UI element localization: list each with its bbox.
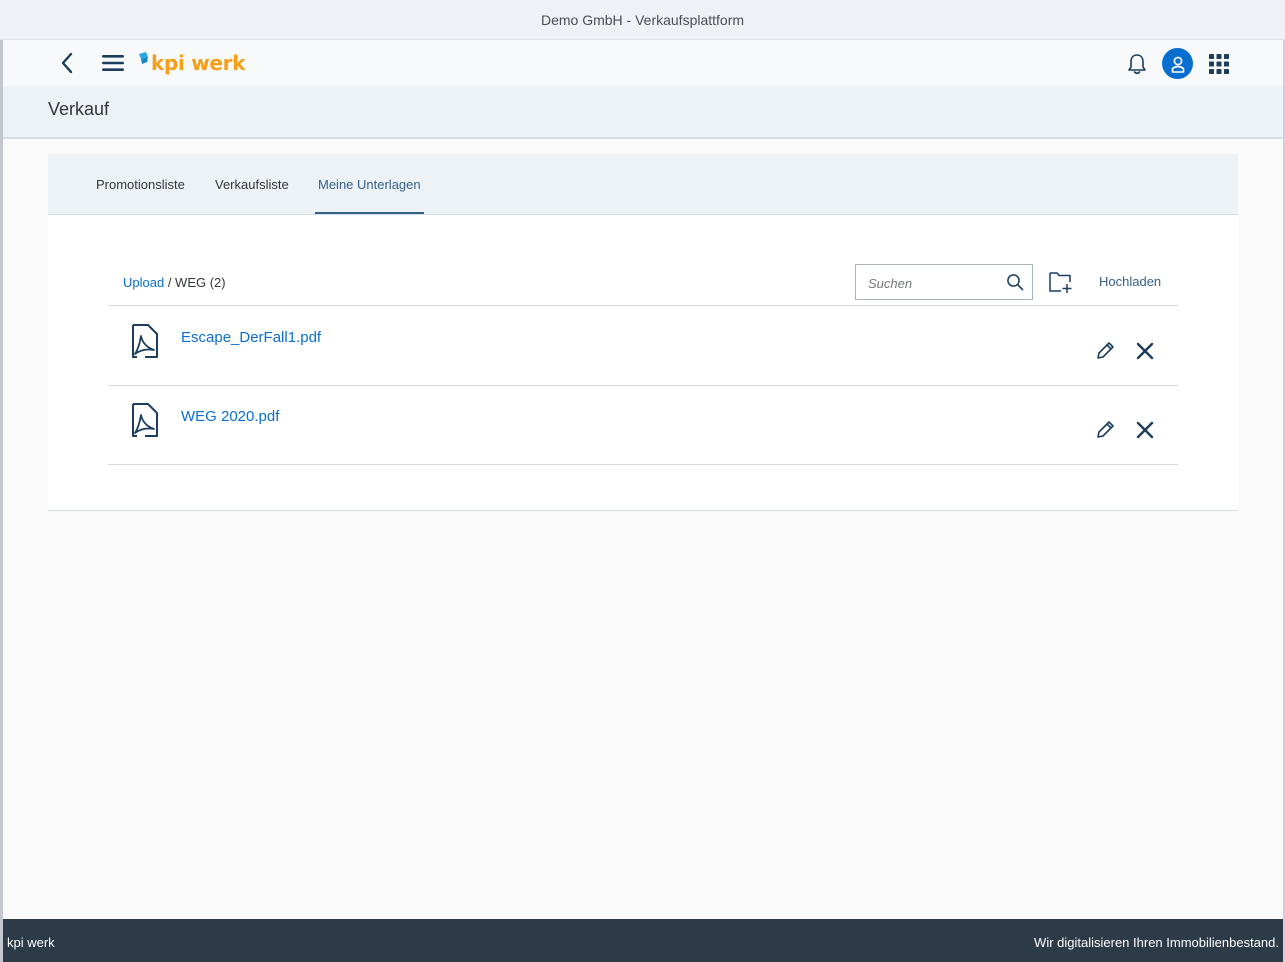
breadcrumb-separator: / [164, 275, 176, 290]
footer-tagline: Wir digitalisieren Ihren Immobilienbesta… [1034, 935, 1279, 950]
bell-icon [1128, 54, 1146, 75]
back-button[interactable] [53, 49, 81, 77]
tab-promotionsliste[interactable]: Promotionsliste [96, 154, 185, 214]
pdf-file-icon [132, 403, 158, 437]
content-panel: Promotionsliste Verkaufsliste Meine Unte… [48, 154, 1238, 511]
breadcrumb-link-upload[interactable]: Upload [123, 275, 164, 290]
file-name-link[interactable]: Escape_DerFall1.pdf [181, 329, 321, 346]
footer-brand: kpi werk [7, 935, 55, 950]
active-tab-indicator [315, 212, 424, 214]
tab-meine-unterlagen[interactable]: Meine Unterlagen [318, 154, 421, 214]
pencil-icon [1097, 421, 1114, 438]
window-title: Demo GmbH - Verkaufsplattform [540, 11, 745, 28]
search-field[interactable] [855, 264, 1033, 301]
tab-verkaufsliste[interactable]: Verkaufsliste [215, 154, 289, 214]
app-grid-icon [1209, 54, 1229, 74]
page-header: Verkauf [3, 86, 1283, 139]
close-icon [1136, 342, 1154, 360]
close-icon [1136, 421, 1154, 439]
logo-mark-icon [139, 52, 148, 64]
search-input[interactable] [856, 265, 1010, 301]
tab-bar: Promotionsliste Verkaufsliste Meine Unte… [48, 154, 1238, 215]
brand-name: kpi werk [151, 51, 246, 75]
breadcrumb: Upload / WEG (2) [123, 275, 226, 290]
documents-toolbar: Upload / WEG (2) Hochladen [108, 262, 1178, 306]
footer-bar: kpi werk Wir digitalisieren Ihren Immobi… [3, 919, 1283, 962]
breadcrumb-current: WEG (2) [175, 275, 226, 290]
window-titlebar: Demo GmbH - Verkaufsplattform [0, 0, 1285, 40]
notifications-button[interactable] [1123, 50, 1151, 78]
file-row[interactable]: Escape_DerFall1.pdf [108, 306, 1178, 386]
back-icon [61, 52, 73, 74]
user-avatar-button[interactable] [1162, 48, 1193, 79]
kpi-werk-logo[interactable]: kpi werk [137, 46, 246, 80]
user-icon [1171, 56, 1184, 73]
file-name-link[interactable]: WEG 2020.pdf [181, 408, 279, 425]
new-folder-icon [1049, 272, 1072, 293]
pencil-icon [1097, 342, 1114, 359]
hamburger-menu-icon [102, 55, 124, 71]
page-title: Verkauf [48, 99, 110, 119]
file-row[interactable]: WEG 2020.pdf [108, 385, 1178, 465]
search-icon[interactable] [1006, 273, 1024, 291]
edit-button[interactable] [1093, 339, 1117, 363]
app-launcher-button[interactable] [1205, 50, 1233, 78]
shell-bar: kpi werk [3, 40, 1283, 86]
window-left-edge [0, 0, 3, 962]
new-folder-button[interactable] [1048, 269, 1074, 295]
delete-button[interactable] [1133, 339, 1157, 363]
menu-button[interactable] [99, 49, 127, 77]
delete-button[interactable] [1133, 418, 1157, 442]
edit-button[interactable] [1093, 418, 1117, 442]
pdf-file-icon [132, 324, 158, 358]
upload-button[interactable]: Hochladen [1099, 274, 1161, 289]
